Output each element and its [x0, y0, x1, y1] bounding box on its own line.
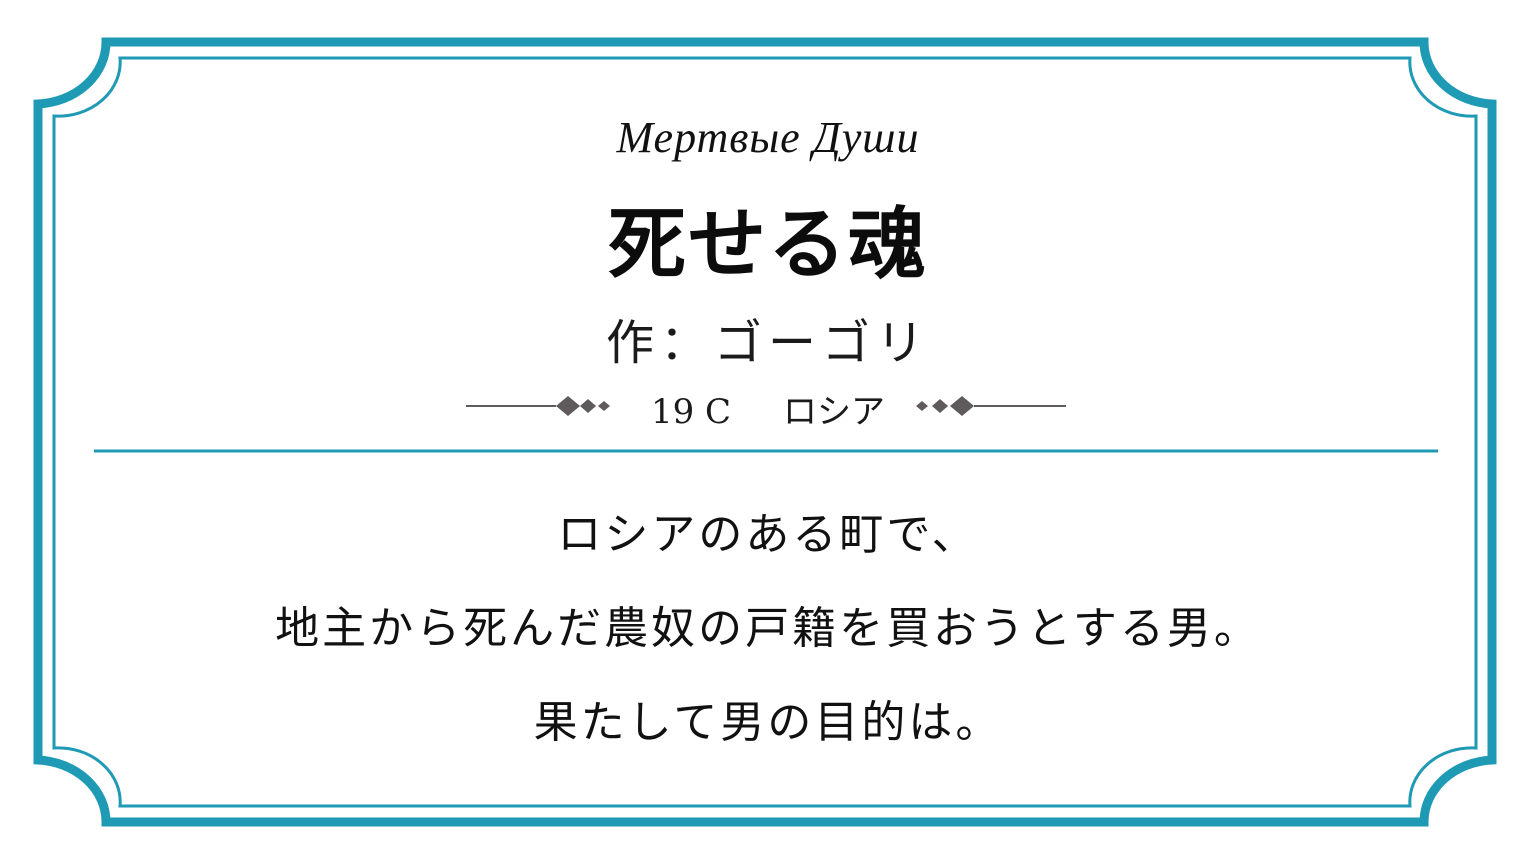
summary-line: 地主から死んだ農奴の戸籍を買おうとする男。	[275, 603, 1261, 654]
meta-row: 19 C ロシア	[0, 384, 1536, 433]
summary-line: ロシアのある町で、	[557, 509, 979, 560]
country-label: ロシア	[783, 392, 886, 432]
summary-line: 果たして男の目的は。	[533, 697, 1003, 748]
author-line: 作：ゴーゴリ	[605, 315, 930, 371]
summary-text: ロシアのある町で、 地主から死んだ農奴の戸籍を買おうとする男。 果たして男の目的…	[0, 500, 1536, 782]
book-title: 死せる魂	[607, 200, 928, 290]
original-title: Мертвые Души	[616, 113, 920, 162]
era-label: 19 C	[650, 392, 732, 432]
